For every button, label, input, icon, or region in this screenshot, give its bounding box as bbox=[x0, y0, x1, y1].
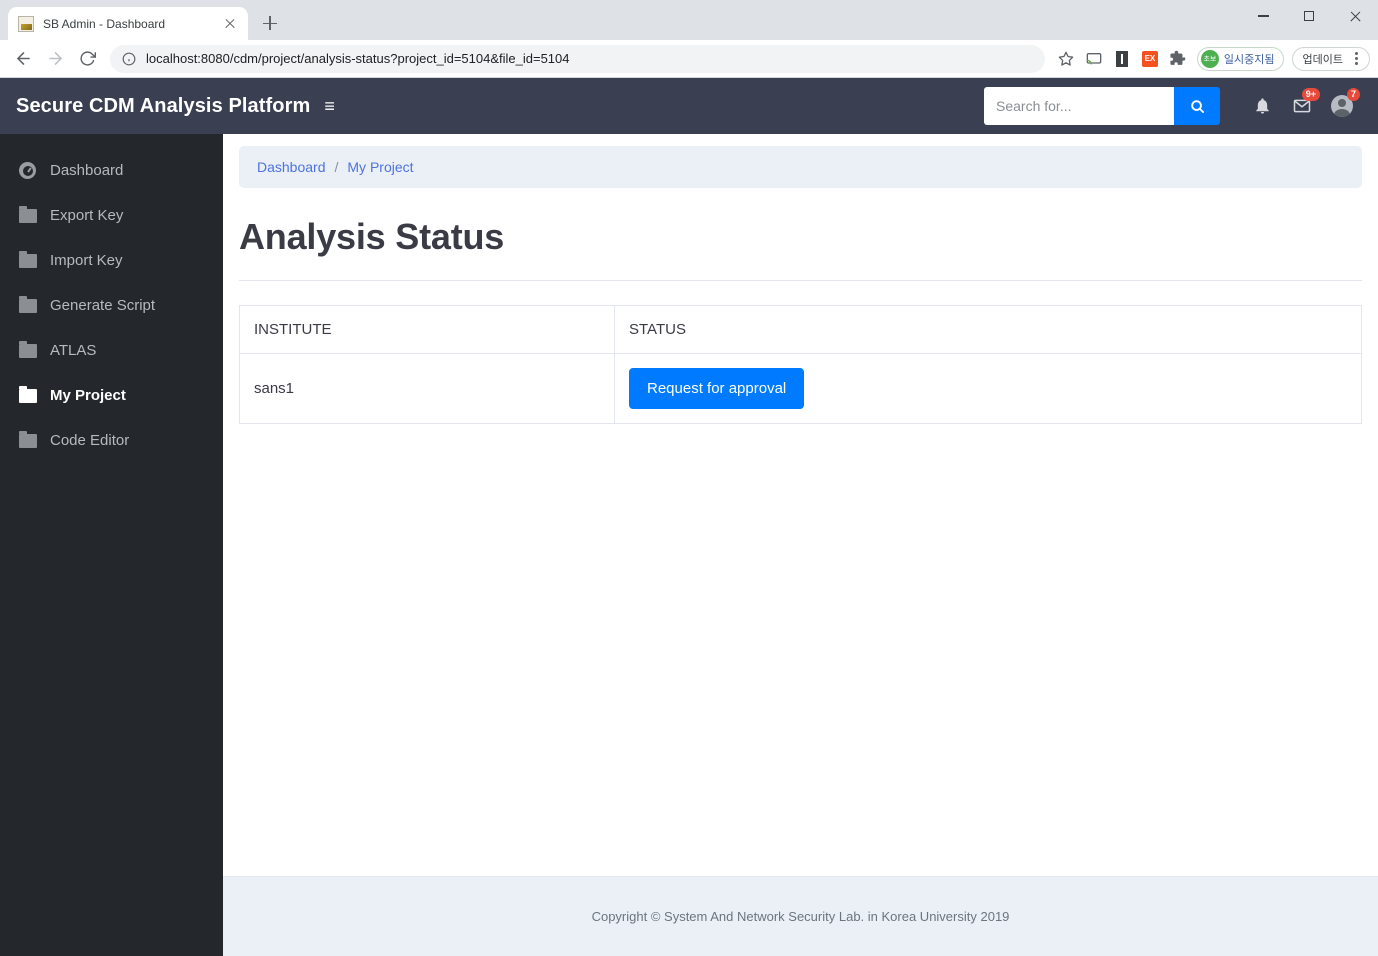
tachometer-icon bbox=[18, 162, 37, 179]
sidebar-item-label: Generate Script bbox=[50, 297, 156, 314]
folder-open-icon bbox=[18, 385, 37, 403]
browser-tab[interactable]: SB Admin - Dashboard bbox=[8, 7, 248, 40]
cast-icon[interactable] bbox=[1081, 46, 1107, 72]
tab-title: SB Admin - Dashboard bbox=[43, 16, 166, 31]
sidebar-item-label: Export Key bbox=[50, 207, 124, 224]
search-form bbox=[984, 87, 1220, 125]
sidebar-toggle-icon[interactable]: ≡ bbox=[324, 96, 335, 117]
profile-status-label: 일시중지됨 bbox=[1223, 53, 1275, 66]
sidebar-item-atlas[interactable]: ATLAS bbox=[0, 328, 223, 373]
sidebar-item-label: ATLAS bbox=[50, 342, 97, 359]
browser-toolbar: localhost:8080/cdm/project/analysis-stat… bbox=[0, 40, 1378, 78]
user-badge: 7 bbox=[1346, 88, 1360, 101]
browser-window: SB Admin - Dashboard localhost:8080/cdm/… bbox=[0, 0, 1378, 956]
new-tab-button[interactable] bbox=[256, 9, 284, 37]
sidebar-item-code-editor[interactable]: Code Editor bbox=[0, 418, 223, 463]
site-info-icon[interactable] bbox=[122, 52, 136, 66]
orange-extension-icon[interactable]: EX bbox=[1137, 46, 1163, 72]
profile-avatar-badge: 초보 bbox=[1200, 49, 1219, 68]
close-window-button[interactable] bbox=[1332, 0, 1378, 32]
app-footer: Copyright © System And Network Security … bbox=[223, 876, 1378, 956]
update-label: 업데이트 bbox=[1302, 53, 1343, 66]
sidebar-item-label: Code Editor bbox=[50, 432, 130, 449]
search-button[interactable] bbox=[1174, 87, 1220, 125]
table-header-row: INSTITUTE STATUS bbox=[239, 305, 1362, 354]
app-brand[interactable]: Secure CDM Analysis Platform bbox=[16, 95, 310, 118]
browser-titlebar: SB Admin - Dashboard bbox=[0, 0, 1378, 40]
breadcrumb-link-dashboard[interactable]: Dashboard bbox=[257, 159, 326, 175]
address-bar-url: localhost:8080/cdm/project/analysis-stat… bbox=[146, 51, 570, 66]
table-row: sans1 Request for approval bbox=[239, 353, 1362, 424]
folder-icon bbox=[18, 250, 37, 268]
reload-button[interactable] bbox=[72, 44, 102, 74]
alerts-button[interactable] bbox=[1242, 86, 1282, 126]
sidebar-item-dashboard[interactable]: Dashboard bbox=[0, 148, 223, 193]
minimize-icon bbox=[1257, 15, 1269, 17]
sidebar-item-label: Import Key bbox=[50, 252, 123, 269]
kebab-menu-icon[interactable] bbox=[1349, 52, 1363, 65]
sidebar: Dashboard Export Key Import Key Generate… bbox=[0, 134, 223, 956]
table-body: sans1 Request for approval bbox=[239, 353, 1362, 424]
sidebar-item-label: Dashboard bbox=[50, 162, 124, 179]
folder-icon bbox=[18, 205, 37, 223]
maximize-button[interactable] bbox=[1286, 0, 1332, 32]
tab-close-icon[interactable] bbox=[222, 16, 238, 32]
messages-button[interactable]: 9+ bbox=[1282, 86, 1322, 126]
update-pill[interactable]: 업데이트 bbox=[1291, 46, 1370, 71]
topbar-right: 9+ 7 bbox=[984, 86, 1362, 126]
folder-icon bbox=[18, 340, 37, 358]
forward-button[interactable] bbox=[40, 44, 70, 74]
profile-status-pill[interactable]: 초보 일시중지됨 bbox=[1196, 46, 1284, 71]
content-area: Dashboard / My Project Analysis Status I… bbox=[223, 134, 1378, 876]
search-input[interactable] bbox=[984, 87, 1174, 125]
sidebar-item-my-project[interactable]: My Project bbox=[0, 373, 223, 418]
copyright-text: Copyright © System And Network Security … bbox=[591, 909, 1010, 924]
maximize-icon bbox=[1304, 11, 1314, 21]
orange-extension-glyph: EX bbox=[1141, 50, 1158, 67]
reading-list-icon[interactable] bbox=[1109, 46, 1135, 72]
sidebar-item-export-key[interactable]: Export Key bbox=[0, 193, 223, 238]
close-icon bbox=[1349, 10, 1361, 22]
analysis-status-table-wrap: INSTITUTE STATUS sans1 Request for appro… bbox=[239, 305, 1362, 424]
sidebar-item-label: My Project bbox=[50, 387, 126, 404]
request-for-approval-button[interactable]: Request for approval bbox=[629, 368, 805, 409]
window-controls bbox=[1240, 0, 1378, 32]
analysis-status-table: INSTITUTE STATUS sans1 Request for appro… bbox=[239, 305, 1362, 424]
address-bar[interactable]: localhost:8080/cdm/project/analysis-stat… bbox=[110, 44, 1045, 73]
reading-list-glyph bbox=[1115, 50, 1128, 67]
messages-badge: 9+ bbox=[1301, 88, 1320, 101]
breadcrumb: Dashboard / My Project bbox=[239, 146, 1362, 188]
tab-strip: SB Admin - Dashboard bbox=[0, 0, 284, 40]
back-button[interactable] bbox=[8, 44, 38, 74]
page-title: Analysis Status bbox=[239, 216, 1362, 281]
star-icon[interactable] bbox=[1053, 46, 1079, 72]
column-header-status: STATUS bbox=[614, 305, 1362, 354]
main-content: Dashboard / My Project Analysis Status I… bbox=[223, 134, 1378, 956]
column-header-institute: INSTITUTE bbox=[239, 305, 615, 354]
folder-icon bbox=[18, 430, 37, 448]
tab-favicon-icon bbox=[18, 15, 34, 32]
cell-institute: sans1 bbox=[239, 353, 615, 424]
sidebar-item-import-key[interactable]: Import Key bbox=[0, 238, 223, 283]
sidebar-item-generate-script[interactable]: Generate Script bbox=[0, 283, 223, 328]
breadcrumb-link-my-project[interactable]: My Project bbox=[347, 159, 413, 175]
cell-status: Request for approval bbox=[614, 353, 1362, 424]
table-head: INSTITUTE STATUS bbox=[239, 305, 1362, 354]
web-app: Secure CDM Analysis Platform ≡ 9+ bbox=[0, 78, 1378, 956]
user-menu-button[interactable]: 7 bbox=[1322, 86, 1362, 126]
app-body: Dashboard Export Key Import Key Generate… bbox=[0, 134, 1378, 956]
minimize-button[interactable] bbox=[1240, 0, 1286, 32]
app-topbar: Secure CDM Analysis Platform ≡ 9+ bbox=[0, 78, 1378, 134]
breadcrumb-separator: / bbox=[334, 159, 339, 175]
extensions-puzzle-icon[interactable] bbox=[1165, 46, 1191, 72]
folder-icon bbox=[18, 295, 37, 313]
